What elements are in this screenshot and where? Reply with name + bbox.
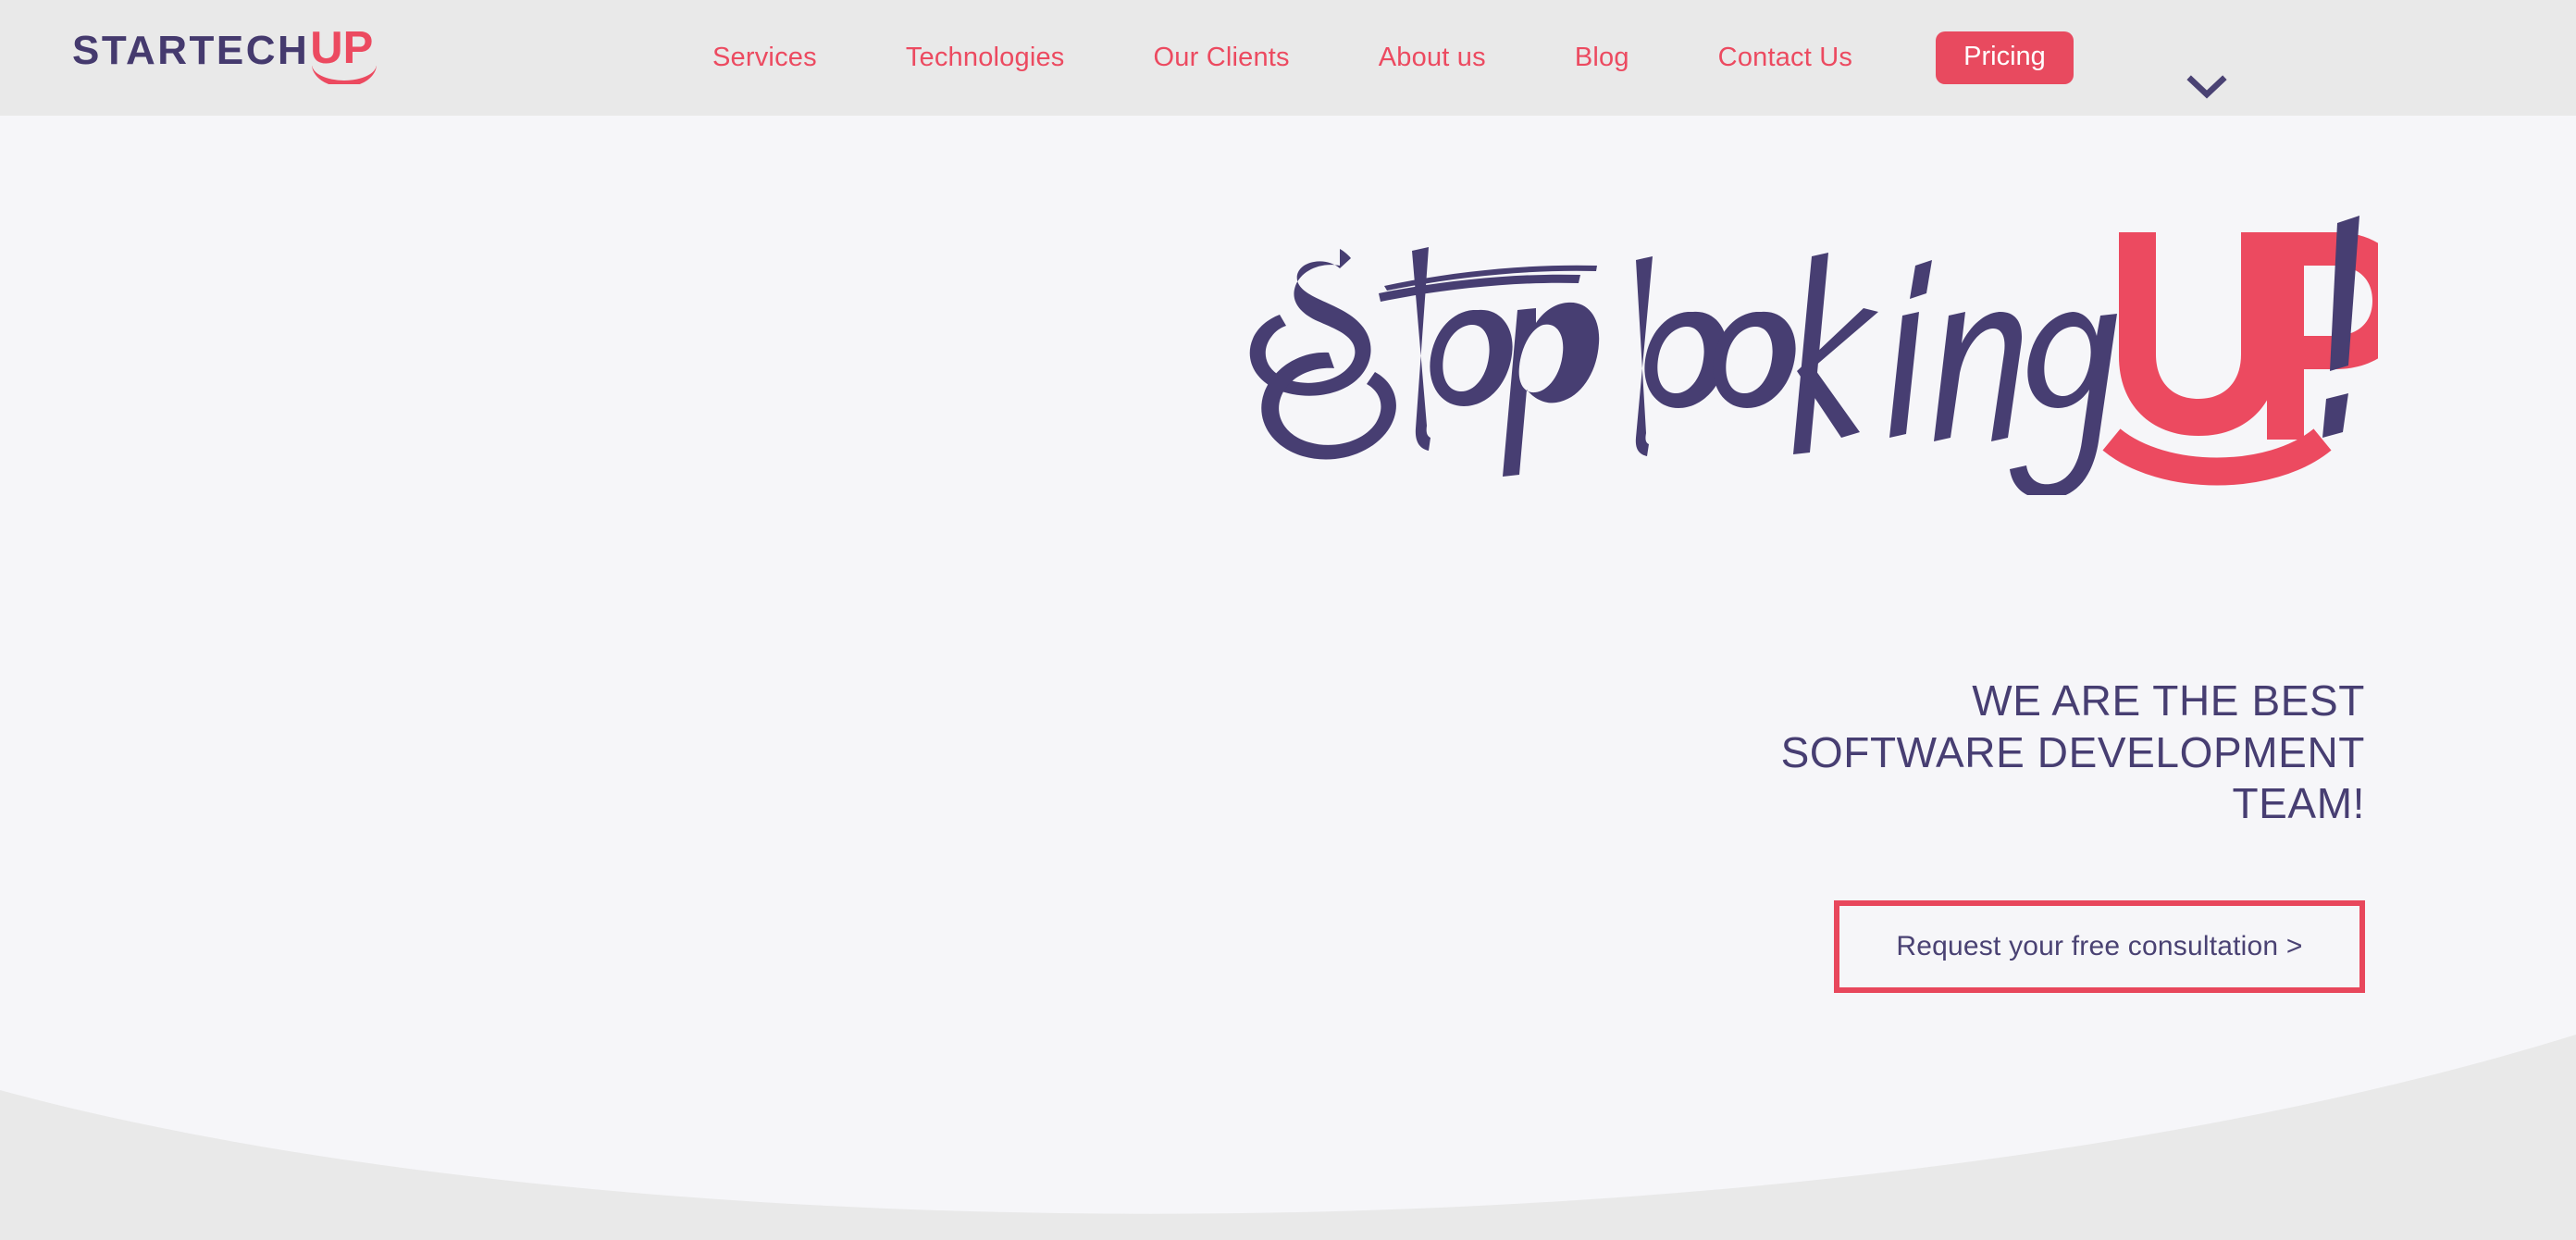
nav-item-services[interactable]: Services bbox=[712, 43, 817, 73]
nav-item-technologies[interactable]: Technologies bbox=[906, 43, 1065, 73]
request-consultation-button[interactable]: Request your free consultation > bbox=[1839, 906, 2359, 987]
nav-item-blog[interactable]: Blog bbox=[1575, 43, 1629, 73]
logo-accent-text: UP bbox=[310, 23, 374, 73]
logo-accent-wrap: UP bbox=[310, 23, 378, 84]
nav-item-about-us[interactable]: About us bbox=[1379, 43, 1486, 73]
pricing-button[interactable]: Pricing bbox=[1936, 31, 2074, 84]
nav-item-our-clients[interactable]: Our Clients bbox=[1154, 43, 1290, 73]
site-header: STARTECH UP Services Technologies Our Cl… bbox=[0, 0, 2576, 116]
bottom-curve-divider bbox=[0, 1018, 2576, 1240]
main-navigation: Services Technologies Our Clients About … bbox=[712, 0, 2074, 116]
logo-primary-text: STARTECH bbox=[72, 28, 310, 73]
hero-script-headline bbox=[1231, 208, 2378, 495]
hero-section: WE ARE THE BEST SOFTWARE DEVELOPMENT TEA… bbox=[0, 116, 2576, 1240]
hero-subheadline: WE ARE THE BEST SOFTWARE DEVELOPMENT TEA… bbox=[1780, 676, 2365, 828]
site-logo[interactable]: STARTECH UP bbox=[72, 23, 378, 84]
chevron-down-icon[interactable] bbox=[2186, 70, 2228, 104]
smile-arc-icon bbox=[312, 66, 378, 84]
nav-item-contact-us[interactable]: Contact Us bbox=[1718, 43, 1852, 73]
cta-highlight-box: Request your free consultation > bbox=[1834, 900, 2365, 993]
